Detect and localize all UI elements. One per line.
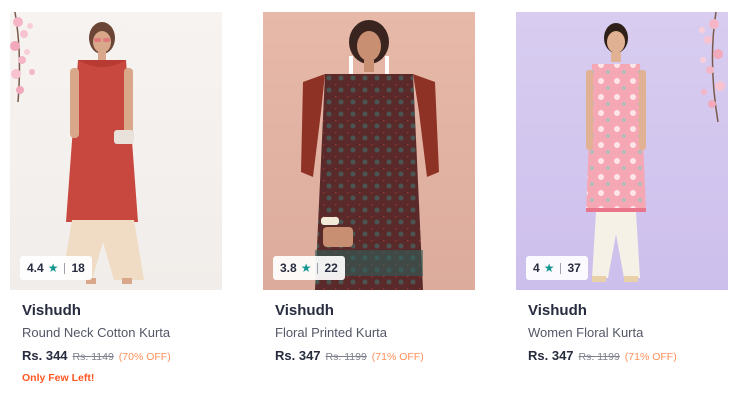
rating-badge: 3.8 ★ 22 xyxy=(273,256,345,280)
product-card[interactable]: 4.4 ★ 18 Vishudh Round Neck Cotton Kurta… xyxy=(10,0,222,405)
original-price: Rs. 1149 xyxy=(72,351,114,363)
rating-badge: 4 ★ 37 xyxy=(526,256,588,280)
discount-percent: (70% OFF) xyxy=(118,351,171,363)
star-icon: ★ xyxy=(543,261,555,275)
product-name[interactable]: Round Neck Cotton Kurta xyxy=(22,325,170,340)
product-photo xyxy=(10,12,144,284)
price-row: Rs. 347 Rs. 1199 (71% OFF) xyxy=(528,348,677,363)
model-figure xyxy=(301,20,439,290)
original-price: Rs. 1199 xyxy=(325,351,367,363)
stock-note: Only Few Left! xyxy=(22,372,95,384)
product-brand[interactable]: Vishudh xyxy=(275,302,334,319)
product-photo xyxy=(586,12,725,282)
discounted-price: Rs. 344 xyxy=(22,348,68,363)
star-icon: ★ xyxy=(300,261,312,275)
blossom-decoration xyxy=(699,12,725,123)
rating-value: 4.4 xyxy=(27,261,44,275)
product-image[interactable]: 3.8 ★ 22 xyxy=(263,12,475,290)
product-image[interactable]: 4 ★ 37 xyxy=(516,12,728,290)
rating-badge: 4.4 ★ 18 xyxy=(20,256,92,280)
model-figure xyxy=(586,23,646,282)
star-icon: ★ xyxy=(47,261,59,275)
product-card[interactable]: 4 ★ 37 Vishudh Women Floral Kurta Rs. 34… xyxy=(516,0,728,405)
rating-divider xyxy=(560,262,562,274)
model-figure xyxy=(62,22,144,284)
rating-value: 3.8 xyxy=(280,261,297,275)
rating-count: 22 xyxy=(324,261,338,275)
rating-count: 18 xyxy=(71,261,85,275)
rating-value: 4 xyxy=(533,261,540,275)
price-row: Rs. 344 Rs. 1149 (70% OFF) xyxy=(22,348,171,363)
product-card[interactable]: 3.8 ★ 22 Vishudh Floral Printed Kurta Rs… xyxy=(263,0,475,405)
price-row: Rs. 347 Rs. 1199 (71% OFF) xyxy=(275,348,424,363)
product-brand[interactable]: Vishudh xyxy=(22,302,81,319)
discounted-price: Rs. 347 xyxy=(528,348,574,363)
discounted-price: Rs. 347 xyxy=(275,348,321,363)
product-name[interactable]: Floral Printed Kurta xyxy=(275,325,387,340)
product-name[interactable]: Women Floral Kurta xyxy=(528,325,643,340)
rating-divider xyxy=(317,262,319,274)
rating-divider xyxy=(64,262,66,274)
product-brand[interactable]: Vishudh xyxy=(528,302,587,319)
discount-percent: (71% OFF) xyxy=(624,351,677,363)
product-photo xyxy=(301,20,439,290)
blossom-decoration xyxy=(10,12,35,103)
product-image[interactable]: 4.4 ★ 18 xyxy=(10,12,222,290)
discount-percent: (71% OFF) xyxy=(371,351,424,363)
rating-count: 37 xyxy=(567,261,581,275)
product-grid: 4.4 ★ 18 Vishudh Round Neck Cotton Kurta… xyxy=(0,0,743,405)
original-price: Rs. 1199 xyxy=(578,351,620,363)
